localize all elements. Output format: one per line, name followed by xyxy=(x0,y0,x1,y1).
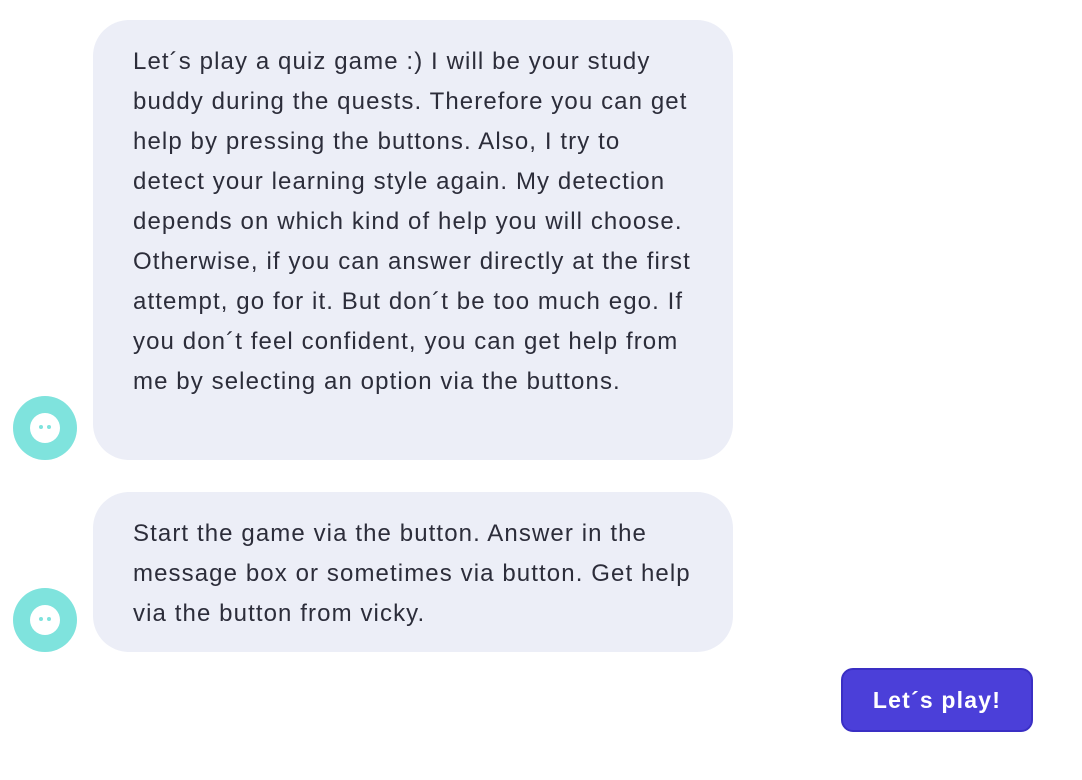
bot-face-icon xyxy=(30,605,60,635)
bot-message-bubble: Let´s play a quiz game :) I will be your… xyxy=(93,20,733,460)
bot-face-icon xyxy=(30,413,60,443)
lets-play-button[interactable]: Let´s play! xyxy=(841,668,1033,732)
chat-window: Let´s play a quiz game :) I will be your… xyxy=(0,0,1082,780)
bot-avatar-icon xyxy=(13,588,77,652)
bot-message-bubble: Start the game via the button. Answer in… xyxy=(93,492,733,652)
bot-avatar-icon xyxy=(13,396,77,460)
bot-message-text: Let´s play a quiz game :) I will be your… xyxy=(133,48,691,395)
bot-message-text: Start the game via the button. Answer in… xyxy=(133,520,691,627)
